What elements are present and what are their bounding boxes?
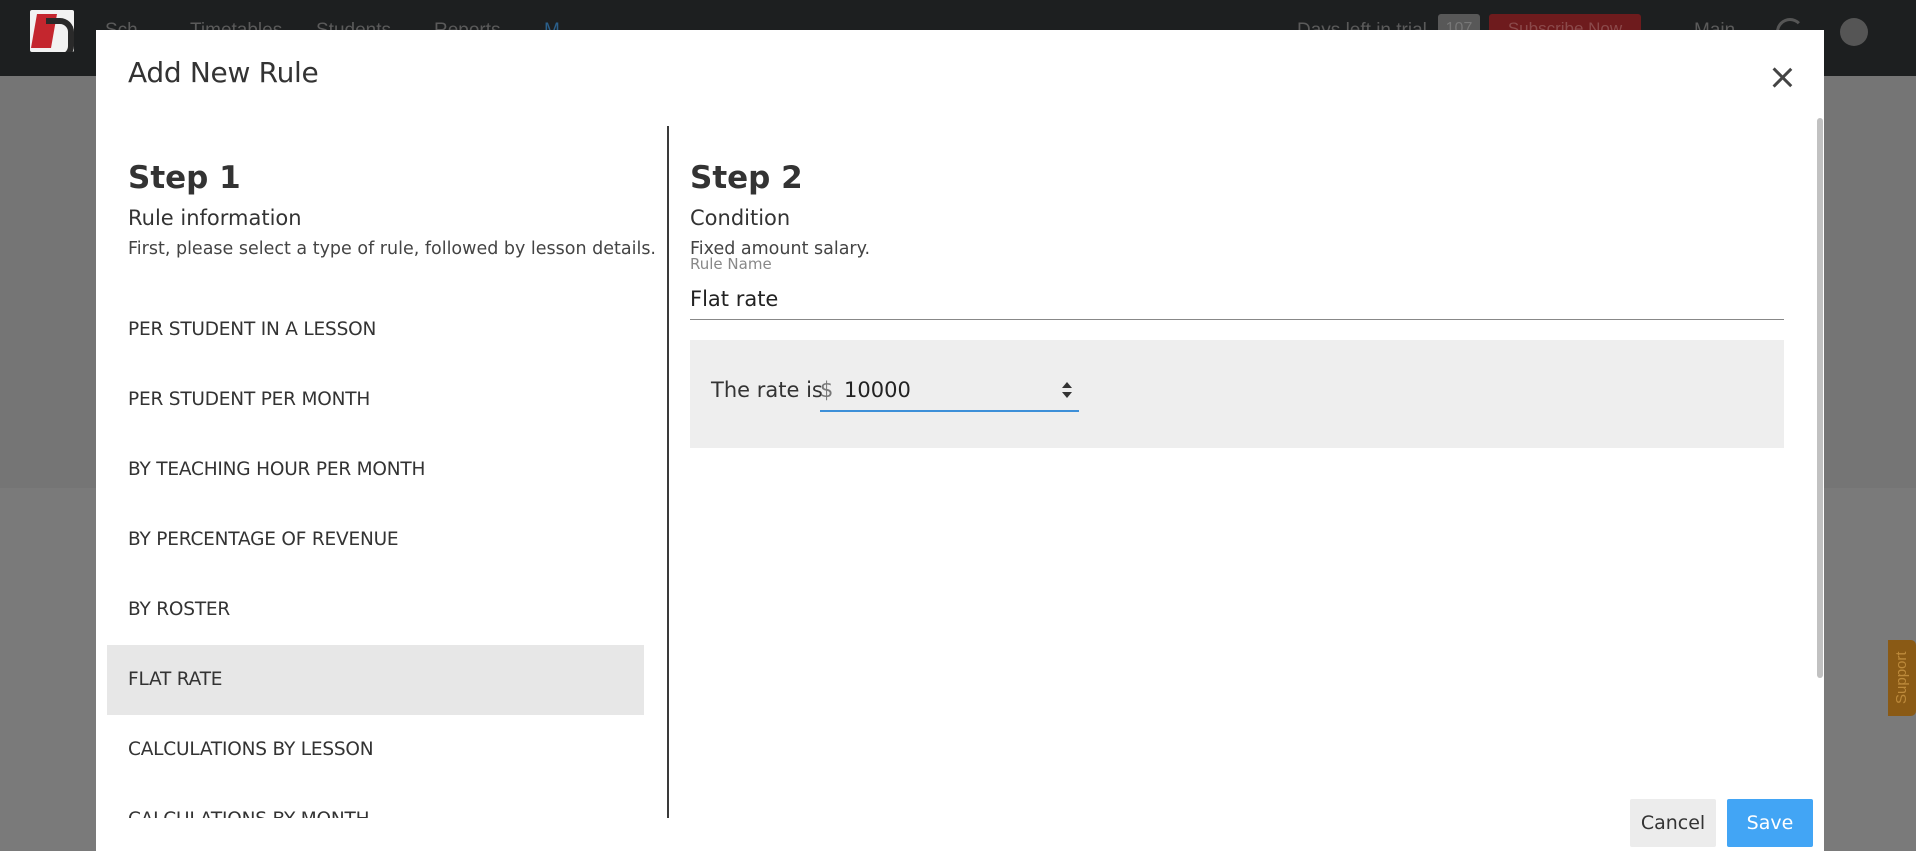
dialog-scrollbar-thumb[interactable] — [1817, 118, 1823, 678]
rule-type-per-student-month[interactable]: PER STUDENT PER MONTH — [107, 365, 644, 435]
step2-title: Step 2 — [690, 160, 803, 196]
app-logo — [30, 10, 74, 52]
rate-field: $ — [820, 370, 1079, 412]
step2-subtitle: Condition — [690, 206, 791, 230]
rate-input[interactable] — [844, 370, 1044, 410]
step1-subtitle: Rule information — [128, 206, 302, 230]
rate-label: The rate is — [711, 378, 823, 402]
rule-type-roster[interactable]: BY ROSTER — [107, 575, 644, 645]
rule-type-per-student-lesson[interactable]: PER STUDENT IN A LESSON — [107, 295, 644, 365]
rule-type-percentage-revenue[interactable]: BY PERCENTAGE OF REVENUE — [107, 505, 644, 575]
rule-name-label: Rule Name — [690, 255, 772, 273]
currency-symbol: $ — [820, 378, 834, 402]
rule-type-calc-month[interactable]: CALCULATIONS BY MONTH — [107, 785, 644, 818]
step1-title: Step 1 — [128, 160, 241, 196]
add-rule-dialog: Add New Rule Step 1 Rule information Fir… — [96, 30, 1824, 851]
rule-type-teaching-hour[interactable]: BY TEACHING HOUR PER MONTH — [107, 435, 644, 505]
step-divider — [667, 126, 669, 818]
close-icon[interactable] — [1768, 64, 1796, 92]
support-tab[interactable]: Support — [1888, 640, 1916, 716]
step1-description: First, please select a type of rule, fol… — [128, 239, 656, 259]
rule-name-input[interactable] — [690, 278, 1784, 320]
number-spinner-icon[interactable] — [1062, 382, 1072, 400]
cancel-button[interactable]: Cancel — [1630, 799, 1716, 847]
rate-condition-panel: The rate is $ — [690, 340, 1784, 448]
save-button[interactable]: Save — [1727, 799, 1813, 847]
dialog-title: Add New Rule — [128, 56, 319, 89]
step1-panel: Step 1 Rule information First, please se… — [96, 126, 668, 818]
rule-type-flat-rate[interactable]: FLAT RATE — [107, 645, 644, 715]
rule-type-calc-lesson[interactable]: CALCULATIONS BY LESSON — [107, 715, 644, 785]
account-icon[interactable] — [1840, 18, 1868, 46]
